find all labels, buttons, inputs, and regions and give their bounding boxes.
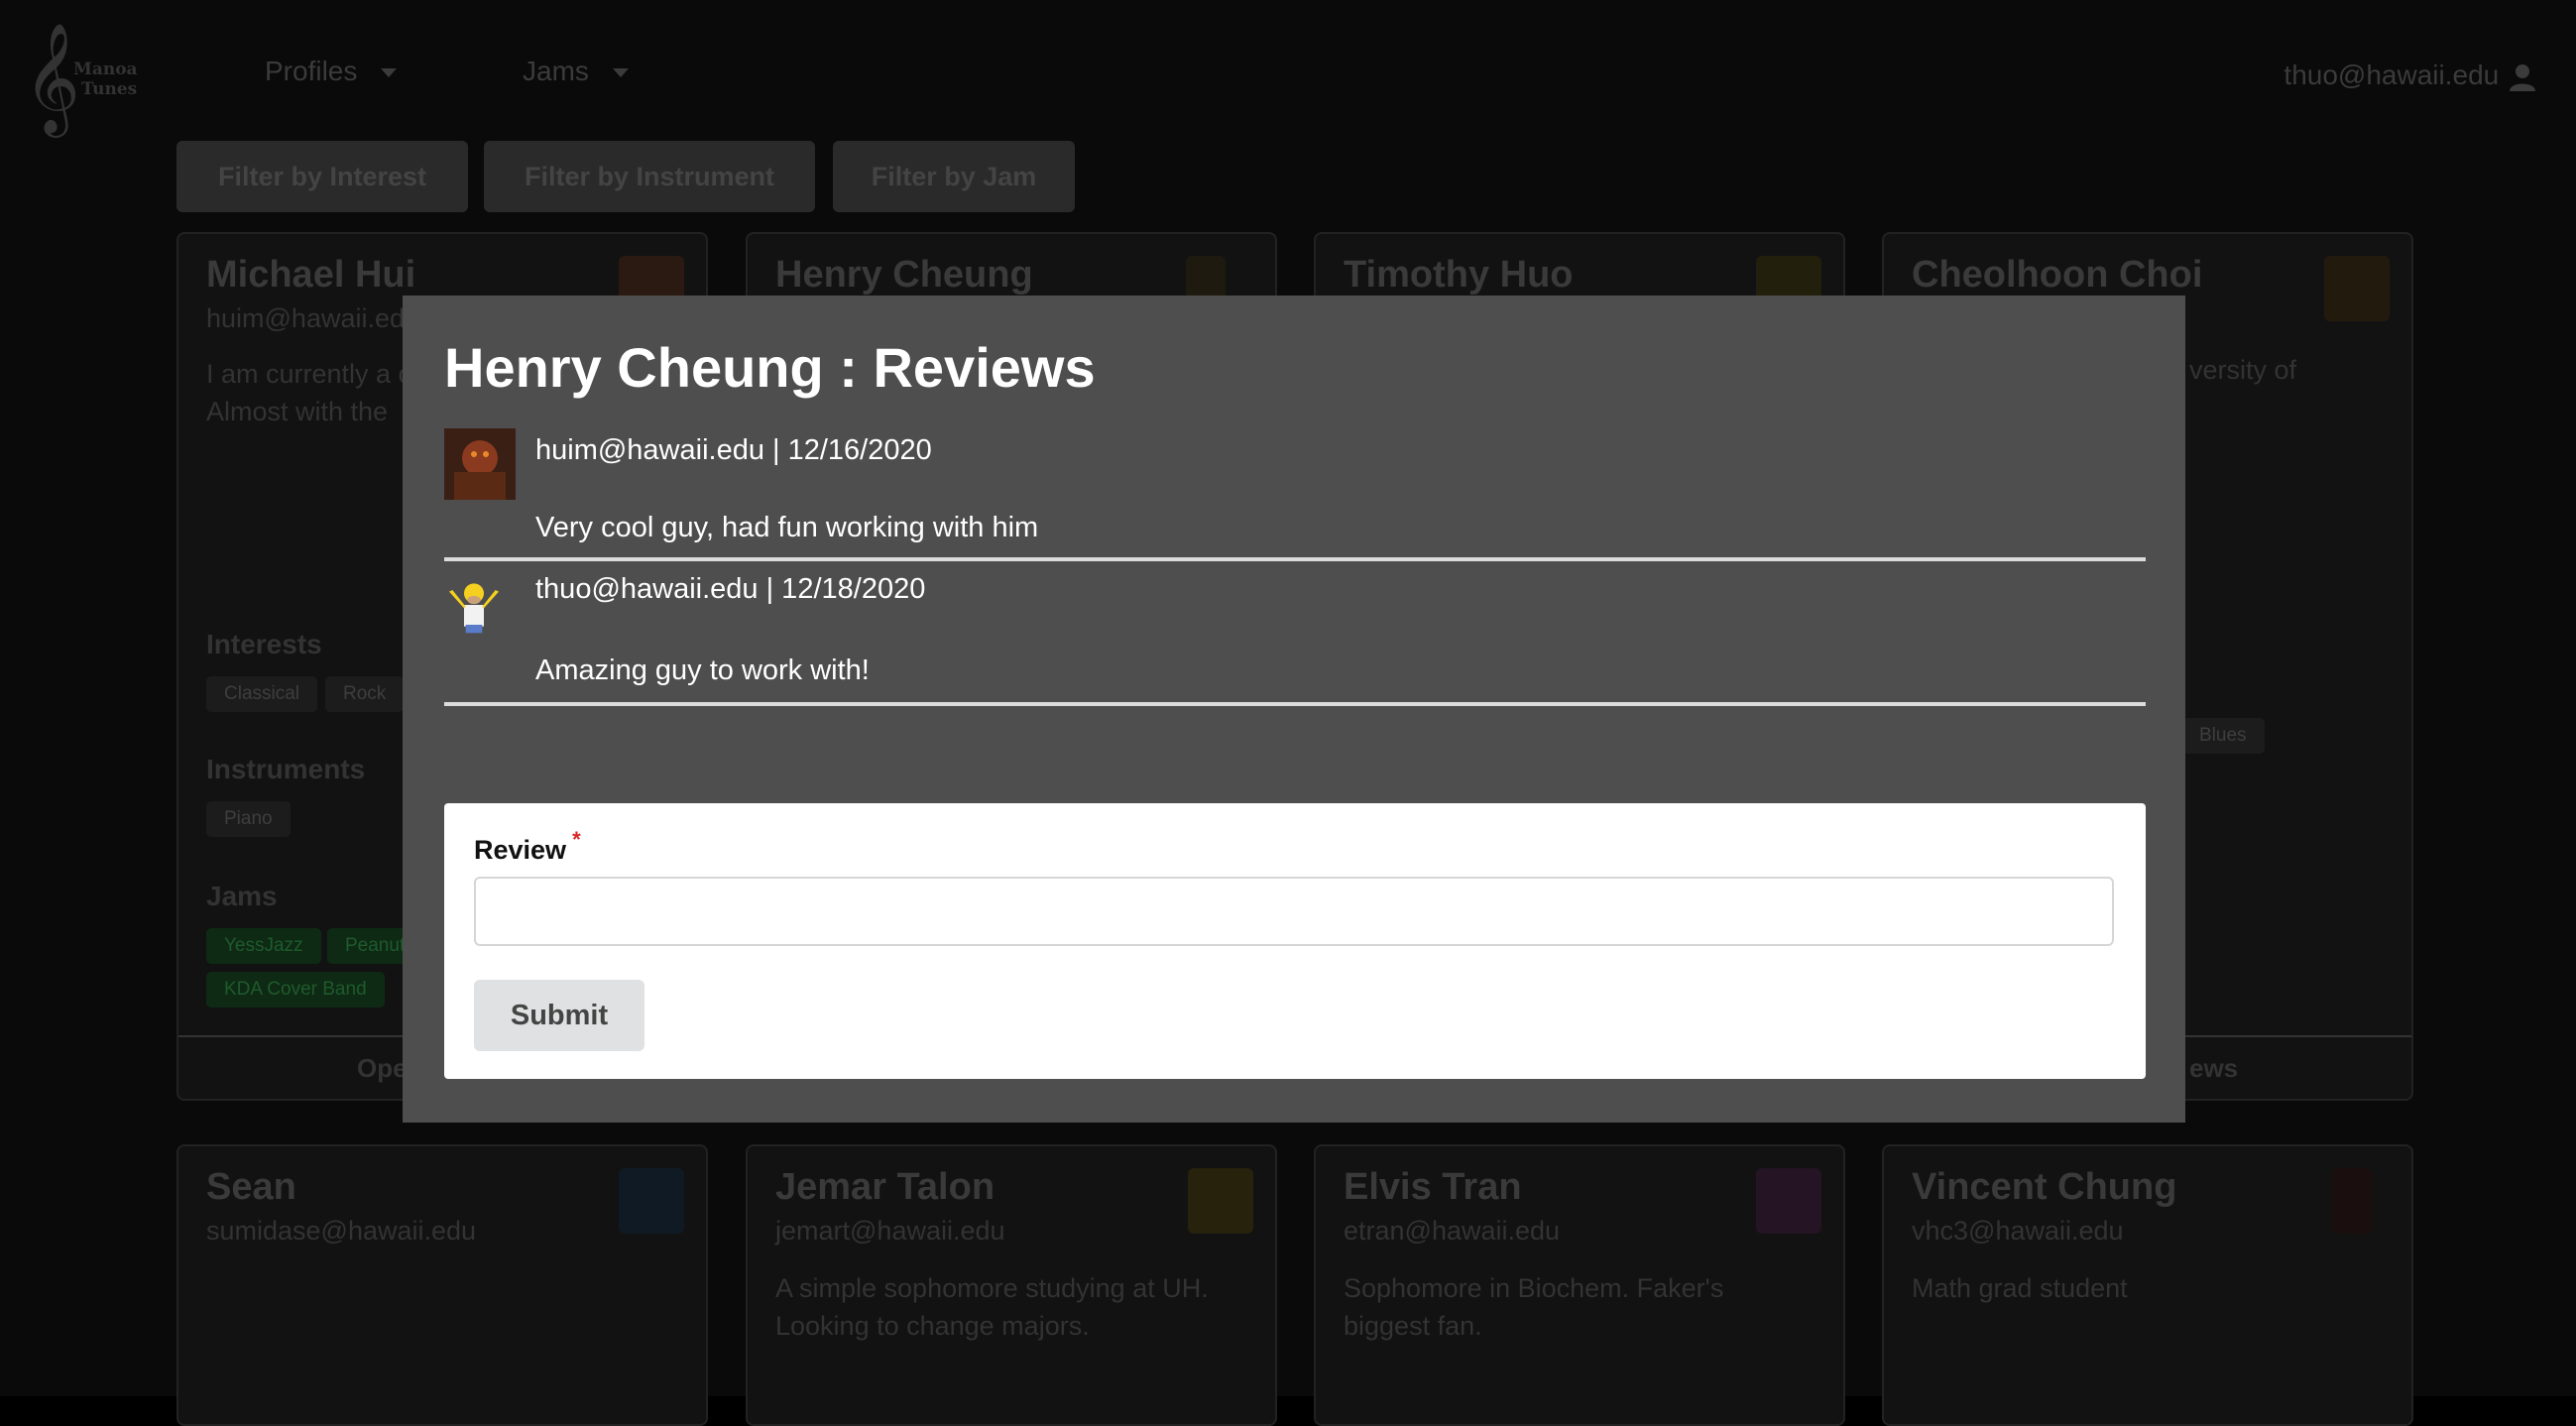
profile-card: Sean sumidase@hawaii.edu: [176, 1144, 708, 1426]
review-item: thuo@hawaii.edu | 12/18/2020 Amazing guy…: [444, 561, 2146, 706]
review-form: Review * Submit: [444, 803, 2146, 1079]
avatar: [2324, 256, 2390, 321]
interest-tag: Classical: [206, 676, 318, 712]
jam-tag[interactable]: KDA Cover Band: [206, 972, 385, 1008]
avatar: [1188, 1168, 1253, 1234]
reviewer-avatar: [444, 575, 504, 635]
profile-card: Elvis Tran etran@hawaii.edu Sophomore in…: [1314, 1144, 1845, 1426]
app-logo[interactable]: 𝄞 Manoa Tunes: [24, 22, 143, 133]
instrument-tag: Piano: [206, 801, 291, 837]
review-item: huim@hawaii.edu | 12/16/2020 Very cool g…: [444, 428, 2146, 561]
chevron-down-icon: [612, 68, 629, 78]
submit-button[interactable]: Submit: [474, 980, 644, 1051]
chevron-down-icon: [381, 68, 398, 78]
user-menu[interactable]: thuo@hawaii.edu: [2283, 59, 2536, 91]
user-icon: [2510, 63, 2535, 91]
interest-tag: Blues: [2181, 718, 2265, 754]
review-meta: huim@hawaii.edu | 12/16/2020: [535, 434, 932, 466]
profile-card: Jemar Talon jemart@hawaii.edu A simple s…: [746, 1144, 1277, 1426]
reviews-modal: Henry Cheung : Reviews huim@hawaii.edu |…: [403, 296, 2185, 1123]
filter-by-jam-button[interactable]: Filter by Jam: [833, 141, 1075, 212]
avatar: [619, 1168, 684, 1234]
filter-by-interest-button[interactable]: Filter by Interest: [176, 141, 468, 212]
profiles-menu[interactable]: Profiles: [265, 56, 398, 87]
profile-card: Vincent Chung vhc3@hawaii.edu Math grad …: [1882, 1144, 2413, 1426]
avatar: [1756, 1168, 1821, 1234]
jam-tag[interactable]: YessJazz: [206, 928, 321, 964]
interest-tag: Rock: [325, 676, 405, 712]
reviewer-avatar: [444, 428, 516, 500]
filter-by-instrument-button[interactable]: Filter by Instrument: [484, 141, 815, 212]
review-text: Amazing guy to work with!: [535, 654, 870, 686]
jams-menu[interactable]: Jams: [523, 56, 629, 87]
navbar: 𝄞 Manoa Tunes Profiles Jams thuo@hawaii.…: [0, 4, 2576, 143]
review-text: Very cool guy, had fun working with him: [535, 512, 1039, 543]
required-marker: *: [572, 827, 581, 852]
treble-clef-icon: 𝄞: [24, 22, 80, 133]
review-meta: thuo@hawaii.edu | 12/18/2020: [535, 573, 926, 605]
avatar: [2332, 1168, 2372, 1234]
modal-title: Henry Cheung : Reviews: [444, 336, 1096, 399]
review-label: Review *: [474, 827, 581, 865]
review-input[interactable]: [474, 877, 2114, 946]
